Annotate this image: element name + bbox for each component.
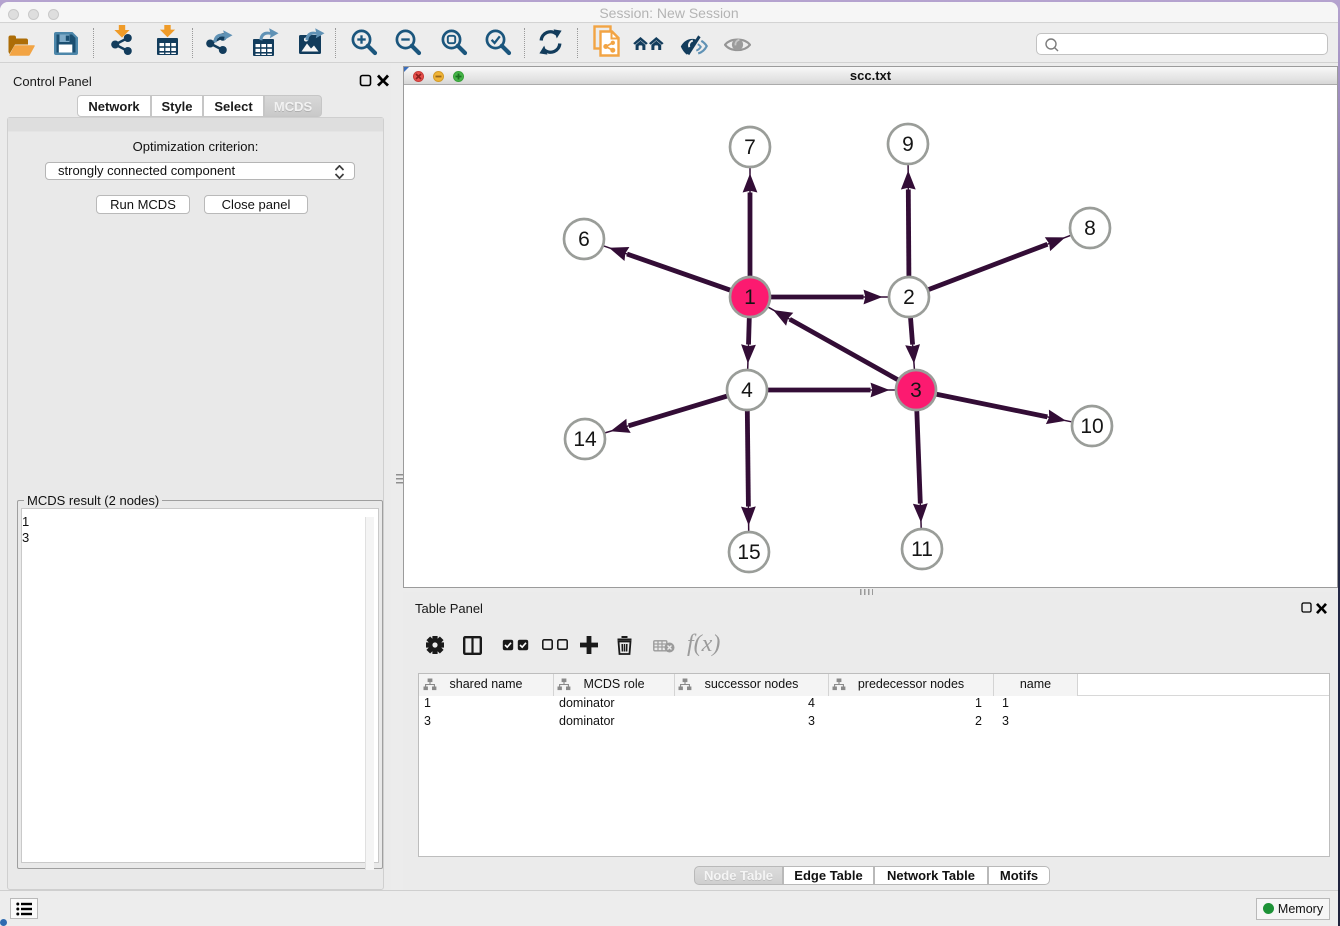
svg-text:1: 1	[744, 286, 756, 309]
svg-text:15: 15	[737, 541, 760, 564]
svg-text:8: 8	[1084, 217, 1096, 240]
svg-text:3: 3	[910, 379, 922, 402]
svg-text:9: 9	[902, 133, 914, 156]
svg-text:11: 11	[911, 538, 933, 561]
svg-text:2: 2	[903, 286, 915, 309]
svg-text:4: 4	[741, 379, 753, 402]
svg-text:14: 14	[573, 428, 597, 451]
svg-text:7: 7	[744, 136, 756, 159]
svg-text:6: 6	[578, 228, 590, 251]
svg-text:10: 10	[1080, 415, 1103, 438]
